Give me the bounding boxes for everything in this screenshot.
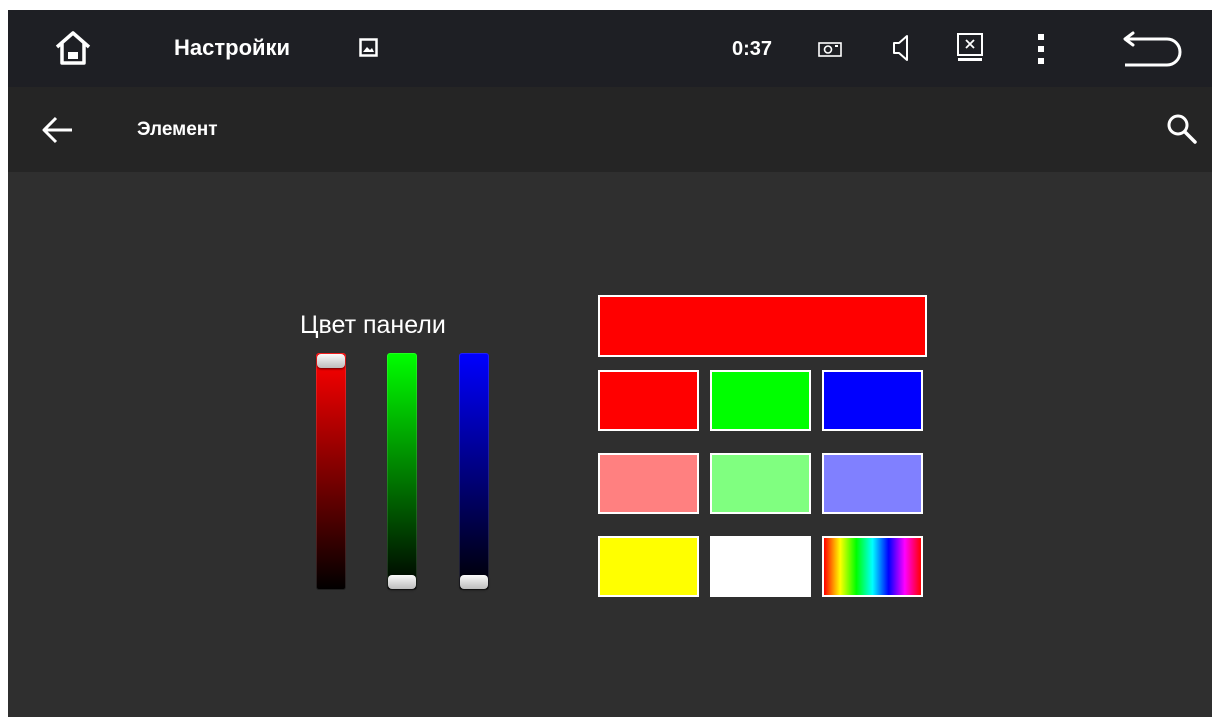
image-icon (359, 38, 378, 57)
camera-icon[interactable] (818, 40, 842, 58)
color-preview (600, 297, 925, 355)
green-slider[interactable] (387, 353, 417, 590)
swatch-green[interactable] (712, 372, 809, 429)
red-slider-handle[interactable] (317, 354, 345, 368)
page-title: Настройки (174, 35, 291, 60)
search-icon[interactable] (1166, 113, 1198, 145)
clock: 0:37 (732, 38, 773, 60)
swatch-light-blue[interactable] (824, 455, 921, 512)
swatch-yellow[interactable] (600, 538, 697, 595)
screen: Настройки 0:37 Элемент Цвет панели (8, 10, 1212, 717)
swatch-red[interactable] (600, 372, 697, 429)
screen-title: Элемент (137, 119, 218, 140)
screen-off-icon[interactable] (956, 32, 984, 64)
volume-icon[interactable] (891, 33, 913, 63)
swatch-light-red[interactable] (600, 455, 697, 512)
green-slider-handle[interactable] (388, 575, 416, 589)
panel-color-label: Цвет панели (300, 311, 446, 339)
swatch-light-green[interactable] (712, 455, 809, 512)
swatch-white[interactable] (712, 538, 809, 595)
arrow-left-icon[interactable] (41, 116, 75, 144)
red-slider[interactable] (316, 353, 346, 590)
app-bar: Элемент (8, 87, 1212, 172)
back-arrow-icon[interactable] (1121, 30, 1183, 68)
status-bar: Настройки 0:37 (8, 10, 1212, 87)
more-vert-icon[interactable] (1034, 32, 1048, 66)
home-icon[interactable] (53, 30, 93, 66)
swatch-rainbow[interactable] (824, 538, 921, 595)
blue-slider[interactable] (459, 353, 489, 590)
blue-slider-handle[interactable] (460, 575, 488, 589)
swatch-blue[interactable] (824, 372, 921, 429)
